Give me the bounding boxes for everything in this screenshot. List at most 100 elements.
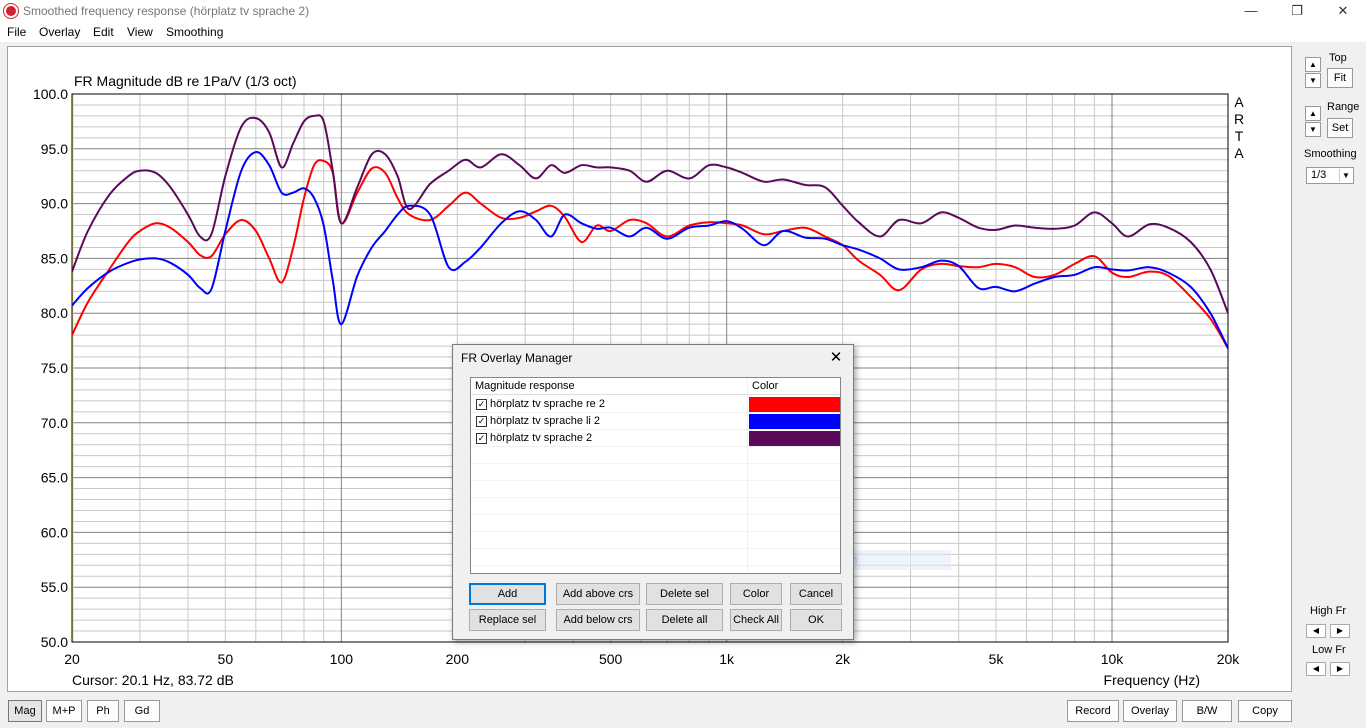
overlay-checkbox[interactable]: ✓: [476, 416, 487, 427]
x-tick-label: 100: [330, 651, 354, 667]
low-fr-right-button[interactable]: ▶: [1330, 662, 1350, 676]
top-down-button[interactable]: ▼: [1305, 73, 1321, 88]
color-button[interactable]: Color: [730, 583, 782, 605]
fr-overlay-manager-dialog: FR Overlay Manager ✕ Magnitude response …: [452, 344, 854, 640]
set-button[interactable]: Set: [1327, 118, 1353, 138]
title-bar: Smoothed frequency response (hörplatz tv…: [0, 0, 1366, 23]
overlay-name: hörplatz tv sprache 2: [490, 432, 593, 444]
x-tick-label: 20k: [1217, 651, 1241, 667]
watermark-letter: T: [1235, 128, 1244, 144]
y-tick-label: 50.0: [41, 634, 68, 650]
restore-button[interactable]: ❐: [1274, 0, 1320, 23]
empty-row: [471, 549, 840, 566]
overlay-checkbox[interactable]: ✓: [476, 433, 487, 444]
menu-edit[interactable]: Edit: [93, 25, 114, 39]
overlay-name: hörplatz tv sprache re 2: [490, 398, 605, 410]
overlay-checkbox[interactable]: ✓: [476, 399, 487, 410]
tab-gd[interactable]: Gd: [124, 700, 160, 722]
close-button[interactable]: ✕: [1320, 0, 1366, 23]
y-tick-label: 100.0: [33, 86, 68, 102]
replace-sel-button[interactable]: Replace sel: [469, 609, 546, 631]
range-label: Range: [1327, 101, 1360, 113]
range-up-button[interactable]: ▲: [1305, 106, 1321, 121]
x-tick-label: 2k: [835, 651, 851, 667]
x-axis-label: Frequency (Hz): [1104, 672, 1200, 688]
empty-row: [471, 515, 840, 532]
high-fr-left-button[interactable]: ◀: [1306, 624, 1326, 638]
overlay-name: hörplatz tv sprache li 2: [490, 415, 601, 427]
bw-button[interactable]: B/W: [1182, 700, 1232, 722]
x-tick-label: 5k: [989, 651, 1005, 667]
y-tick-label: 85.0: [41, 250, 68, 266]
empty-row: [471, 447, 840, 464]
smoothing-value: 1/3: [1311, 169, 1327, 181]
cursor-readout: Cursor: 20.1 Hz, 83.72 dB: [72, 672, 234, 688]
record-button[interactable]: Record: [1067, 700, 1119, 722]
ok-button[interactable]: OK: [790, 609, 842, 631]
y-tick-label: 55.0: [41, 579, 68, 595]
series-line-1: [71, 159, 1229, 349]
fit-button[interactable]: Fit: [1327, 68, 1353, 88]
y-tick-label: 60.0: [41, 524, 68, 540]
menu-file[interactable]: File: [7, 25, 26, 39]
right-control-panel: Top ▲ ▼ Fit Range ▲ ▼ Set Smoothing 1/3 …: [1294, 46, 1366, 692]
y-tick-label: 95.0: [41, 141, 68, 157]
smoothing-select[interactable]: 1/3 ▼: [1306, 167, 1354, 184]
x-tick-label: 10k: [1101, 651, 1125, 667]
watermark-letter: R: [1234, 111, 1244, 127]
delete-sel-button[interactable]: Delete sel: [646, 583, 723, 605]
dialog-close-icon[interactable]: ✕: [825, 347, 847, 369]
delete-all-button[interactable]: Delete all: [646, 609, 723, 631]
overlay-button[interactable]: Overlay: [1123, 700, 1177, 722]
chart-title: FR Magnitude dB re 1Pa/V (1/3 oct): [74, 73, 297, 89]
app-icon: [4, 4, 18, 18]
tab-mag[interactable]: Mag: [8, 700, 42, 722]
y-tick-label: 90.0: [41, 196, 68, 212]
top-up-button[interactable]: ▲: [1305, 57, 1321, 72]
copy-button[interactable]: Copy: [1238, 700, 1292, 722]
menu-overlay[interactable]: Overlay: [39, 25, 80, 39]
empty-row: [471, 481, 840, 498]
smoothing-label: Smoothing: [1304, 148, 1357, 160]
high-fr-right-button[interactable]: ▶: [1330, 624, 1350, 638]
overlay-list[interactable]: Magnitude response Color ✓ hörplatz tv s…: [470, 377, 841, 574]
watermark-letter: A: [1234, 145, 1244, 161]
x-tick-label: 20: [64, 651, 80, 667]
dialog-title: FR Overlay Manager: [461, 351, 573, 365]
menu-smoothing[interactable]: Smoothing: [166, 25, 223, 39]
column-header-magnitude[interactable]: Magnitude response: [471, 378, 748, 395]
x-tick-label: 1k: [719, 651, 735, 667]
list-item[interactable]: ✓ hörplatz tv sprache 2: [471, 430, 840, 447]
minimize-button[interactable]: —: [1228, 0, 1274, 23]
top-label: Top: [1329, 52, 1347, 64]
chevron-down-icon: ▼: [1339, 169, 1352, 182]
cancel-button[interactable]: Cancel: [790, 583, 842, 605]
x-tick-label: 500: [599, 651, 623, 667]
range-down-button[interactable]: ▼: [1305, 122, 1321, 137]
check-all-button[interactable]: Check All: [730, 609, 782, 631]
empty-row: [471, 532, 840, 549]
list-item[interactable]: ✓ hörplatz tv sprache li 2: [471, 413, 840, 430]
bottom-toolbar: Mag M+P Ph Gd Record Overlay B/W Copy: [0, 695, 1366, 728]
color-swatch[interactable]: [749, 431, 840, 446]
window-title: Smoothed frequency response (hörplatz tv…: [23, 4, 310, 18]
color-swatch[interactable]: [749, 414, 840, 429]
y-tick-label: 70.0: [41, 415, 68, 431]
tab-ph[interactable]: Ph: [87, 700, 119, 722]
add-below-crs-button[interactable]: Add below crs: [556, 609, 640, 631]
color-swatch[interactable]: [749, 397, 840, 412]
add-button[interactable]: Add: [469, 583, 546, 605]
empty-row: [471, 464, 840, 481]
empty-row: [471, 498, 840, 515]
low-fr-left-button[interactable]: ◀: [1306, 662, 1326, 676]
menu-view[interactable]: View: [127, 25, 153, 39]
y-tick-label: 65.0: [41, 470, 68, 486]
y-tick-label: 80.0: [41, 305, 68, 321]
high-fr-label: High Fr: [1310, 605, 1347, 617]
tab-m-plus-p[interactable]: M+P: [46, 700, 82, 722]
list-item[interactable]: ✓ hörplatz tv sprache re 2: [471, 396, 840, 413]
column-header-color[interactable]: Color: [748, 378, 840, 395]
y-tick-label: 75.0: [41, 360, 68, 376]
add-above-crs-button[interactable]: Add above crs: [556, 583, 640, 605]
low-fr-label: Low Fr: [1312, 644, 1346, 656]
